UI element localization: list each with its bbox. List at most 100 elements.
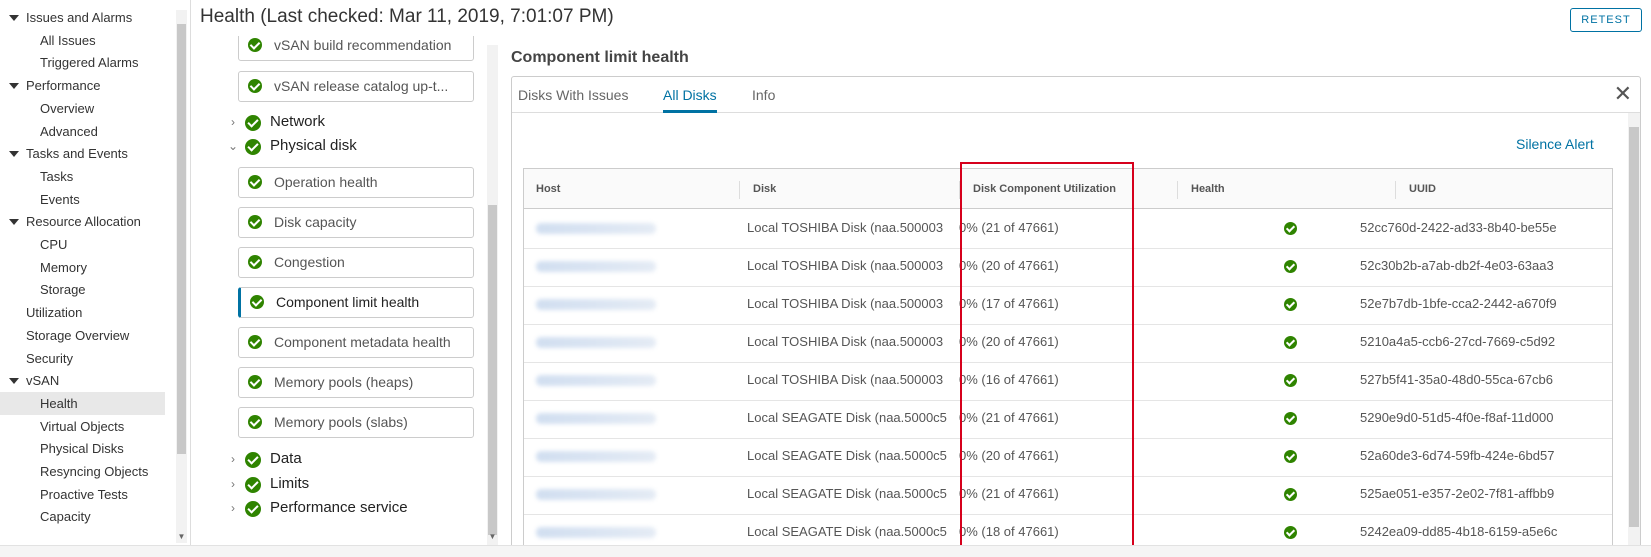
caret-down-icon[interactable] [9, 151, 19, 158]
check-circle-icon [248, 175, 262, 189]
disk-cell: Local TOSHIBA Disk (naa.500003 [747, 220, 944, 235]
sidebar-item-virtual-objects[interactable]: Virtual Objects [0, 415, 165, 438]
nav-scroll-thumb[interactable] [177, 24, 186, 454]
sidebar-item-proactive-tests[interactable]: Proactive Tests [0, 483, 165, 506]
sidebar-item-label: Storage [40, 282, 86, 298]
check-circle-icon [248, 38, 262, 52]
sidebar-item-security[interactable]: Security [0, 347, 165, 370]
test-item-label: Disk capacity [274, 214, 357, 230]
test-group-network[interactable]: › Network [225, 110, 325, 134]
sidebar-item-all-issues[interactable]: All Issues [0, 29, 165, 52]
sidebar-item-tasks-and-events[interactable]: Tasks and Events [0, 142, 165, 165]
caret-down-icon[interactable] [9, 15, 19, 21]
host-cell-redacted [536, 337, 656, 348]
column-separator[interactable] [739, 181, 740, 199]
retest-button[interactable]: RETEST [1570, 8, 1642, 32]
test-item-component-limit-health[interactable]: Component limit health [238, 287, 474, 318]
sidebar-item-label: Performance [26, 78, 101, 94]
column-header-health[interactable]: Health [1179, 169, 1394, 209]
test-item-memory-pools-slabs-[interactable]: Memory pools (slabs) [238, 407, 474, 438]
sidebar-item-label: Memory [40, 259, 87, 275]
test-group-physical-disk[interactable]: ⌄ Physical disk [225, 134, 357, 158]
sidebar-nav: Issues and Alarms All Issues Triggered Ala… [0, 0, 175, 545]
chevron-down-icon[interactable]: ⌄ [225, 134, 241, 158]
caret-down-icon[interactable] [9, 378, 19, 385]
chevron-right-icon[interactable]: › [225, 496, 241, 520]
test-group-label: Network [270, 113, 326, 130]
caret-down-icon[interactable] [9, 83, 19, 90]
test-list-scroll-down-icon[interactable]: ▼ [487, 532, 498, 541]
sidebar-item-utilization[interactable]: Utilization [0, 301, 165, 324]
sidebar-item-health[interactable]: Health [0, 391, 165, 415]
sidebar-item-overview[interactable]: Overview [0, 97, 165, 120]
chevron-right-icon[interactable]: › [225, 447, 241, 471]
uuid-cell: 527b5f41-35a0-48d0-55ca-67cb6 [1360, 372, 1553, 387]
test-list-scroll-thumb[interactable] [488, 205, 497, 535]
silence-alert-link[interactable]: Silence Alert [1516, 136, 1594, 152]
column-separator[interactable] [1177, 181, 1178, 199]
test-item-operation-health[interactable]: Operation health [238, 167, 474, 198]
health-check-icon [1284, 374, 1297, 387]
tab-info[interactable]: Info [752, 85, 775, 113]
sidebar-item-storage[interactable]: Storage [0, 278, 165, 301]
disk-cell: Local TOSHIBA Disk (naa.500003 [747, 372, 944, 387]
sidebar-item-label: Advanced [40, 123, 98, 139]
nav-scroll-down-icon[interactable]: ▼ [176, 532, 187, 541]
test-item-release-catalog[interactable]: vSAN release catalog up-t... [238, 71, 474, 102]
sidebar-item-vsan[interactable]: vSAN [0, 369, 165, 392]
chevron-right-icon[interactable]: › [225, 110, 241, 134]
check-circle-icon [248, 375, 262, 389]
sidebar-item-resource-allocation[interactable]: Resource Allocation [0, 210, 165, 233]
tab-all-disks[interactable]: All Disks [663, 85, 717, 113]
sidebar-item-capacity[interactable]: Capacity [0, 505, 165, 528]
test-item-build-recommendation[interactable]: vSAN build recommendation [238, 36, 474, 61]
test-group-limits[interactable]: › Limits [225, 472, 309, 496]
detail-title: Component limit health [511, 49, 689, 66]
check-circle-icon [245, 476, 261, 493]
sidebar-item-performance[interactable]: Performance [0, 74, 165, 97]
column-header-uuid[interactable]: UUID [1397, 169, 1612, 209]
disk-cell: Local SEAGATE Disk (naa.5000c5 [747, 448, 947, 463]
test-item-label: Operation health [274, 174, 378, 190]
caret-down-icon[interactable] [9, 219, 19, 226]
sidebar-item-tasks[interactable]: Tasks [0, 165, 165, 188]
disk-cell: Local SEAGATE Disk (naa.5000c5 [747, 410, 947, 425]
sidebar-item-issues-and-alarms[interactable]: Issues and Alarms [0, 6, 165, 29]
test-item-congestion[interactable]: Congestion [238, 247, 474, 278]
test-group-performance-service[interactable]: › Performance service [225, 496, 408, 520]
health-check-icon [1284, 260, 1297, 273]
disk-cell: Local SEAGATE Disk (naa.5000c5 [747, 486, 947, 501]
check-circle-icon [245, 139, 261, 155]
sidebar-item-label: Capacity [40, 509, 91, 525]
sidebar-item-triggered-alarms[interactable]: Triggered Alarms [0, 51, 165, 74]
sidebar-item-label: Physical Disks [40, 441, 124, 457]
column-header-host[interactable]: Host [524, 169, 739, 209]
test-item-disk-capacity[interactable]: Disk capacity [238, 207, 474, 238]
bottom-bar [0, 545, 1651, 557]
sidebar-item-resyncing-objects[interactable]: Resyncing Objects [0, 460, 165, 483]
detail-scroll-thumb[interactable] [1629, 127, 1639, 527]
test-item-label: Congestion [274, 254, 345, 270]
sidebar-item-memory[interactable]: Memory [0, 256, 165, 279]
sidebar-item-advanced[interactable]: Advanced [0, 120, 165, 143]
check-circle-icon [248, 215, 262, 229]
sidebar-item-events[interactable]: Events [0, 188, 165, 211]
sidebar-item-label: Tasks and Events [26, 146, 128, 162]
health-check-icon [1284, 298, 1297, 311]
sidebar-item-storage-overview[interactable]: Storage Overview [0, 324, 165, 347]
test-item-memory-pools-heaps-[interactable]: Memory pools (heaps) [238, 367, 474, 398]
chevron-right-icon[interactable]: › [225, 472, 241, 496]
test-item-component-metadata-health[interactable]: Component metadata health [238, 327, 474, 358]
sidebar-item-physical-disks[interactable]: Physical Disks [0, 437, 165, 460]
uuid-cell: 525ae051-e357-2e02-7f81-affbb9 [1360, 486, 1555, 501]
column-separator[interactable] [1395, 181, 1396, 199]
sidebar-item-cpu[interactable]: CPU [0, 233, 165, 256]
host-cell-redacted [536, 299, 656, 310]
test-item-label: Component limit health [276, 294, 420, 310]
close-icon[interactable]: ✕ [1614, 83, 1632, 105]
sidebar-item-label: Issues and Alarms [26, 10, 133, 25]
column-header-disk[interactable]: Disk [741, 169, 956, 209]
test-group-data[interactable]: › Data [225, 447, 302, 471]
check-circle-icon [248, 255, 262, 269]
tab-disks-with-issues[interactable]: Disks With Issues [518, 85, 628, 113]
